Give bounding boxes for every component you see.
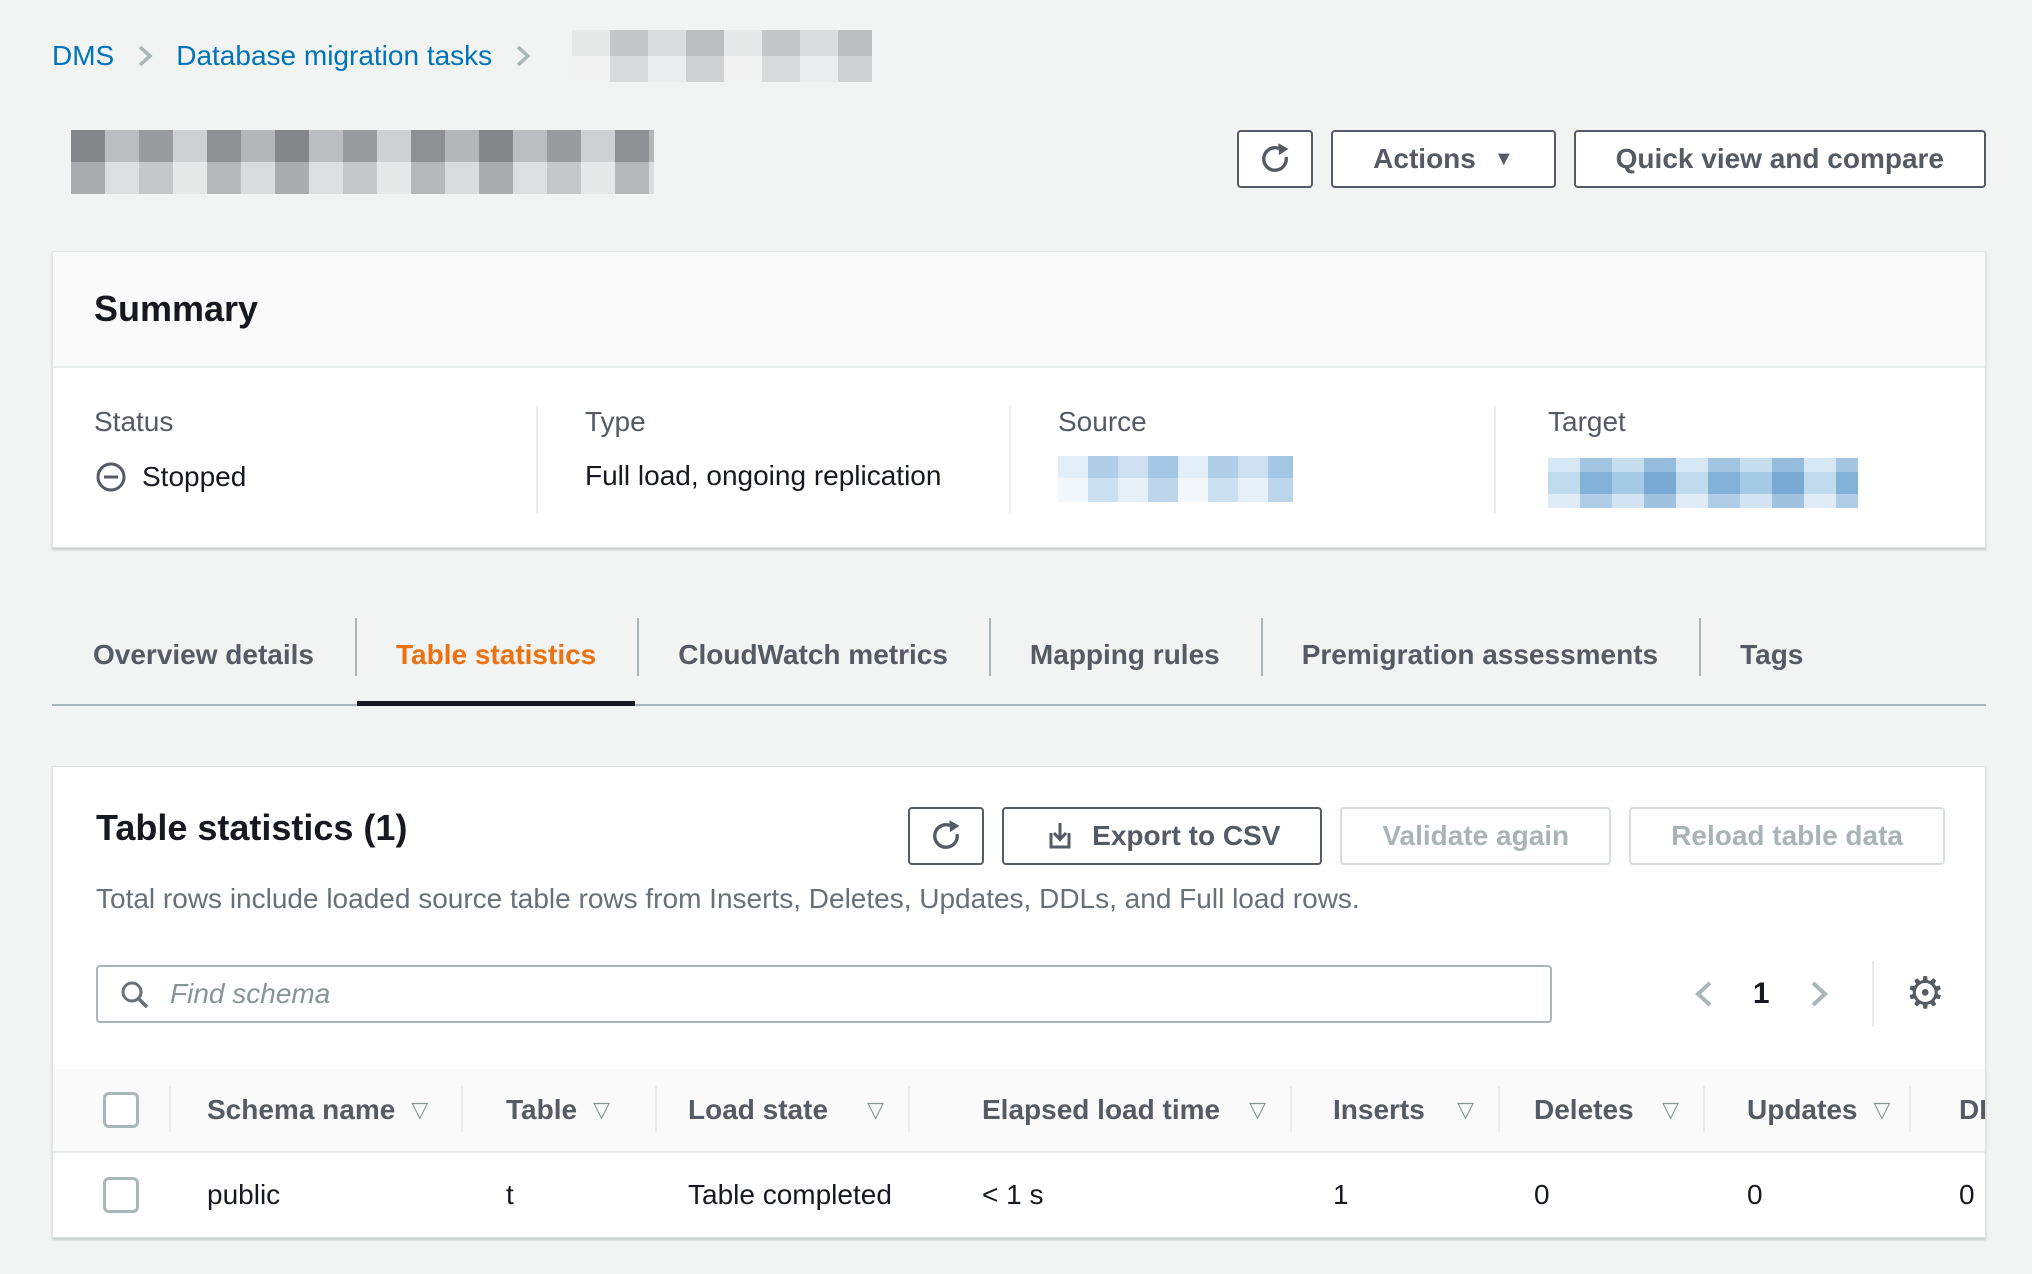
target-label: Target	[1548, 406, 1985, 438]
cell-updates: 0	[1703, 1153, 1909, 1237]
source-label: Source	[1058, 406, 1494, 438]
pagination-divider	[1872, 961, 1874, 1027]
column-header-deletes[interactable]: Deletes ▽	[1498, 1069, 1703, 1151]
next-page-button[interactable]	[1804, 975, 1834, 1013]
caret-down-icon: ▼	[1494, 149, 1514, 169]
export-to-csv-button[interactable]: Export to CSV	[1002, 807, 1322, 865]
sort-icon: ▽	[1662, 1097, 1679, 1123]
column-header-inserts[interactable]: Inserts ▽	[1290, 1069, 1498, 1151]
export-to-csv-label: Export to CSV	[1092, 820, 1280, 852]
validate-again-button[interactable]: Validate again	[1340, 807, 1611, 865]
tab-mapping-rules[interactable]: Mapping rules	[989, 606, 1261, 704]
table-row: public t Table completed < 1 s 1 0 0 0	[53, 1153, 1985, 1237]
sort-icon: ▽	[867, 1097, 884, 1123]
download-icon	[1044, 820, 1076, 852]
cell-ddls: 0	[1909, 1153, 1986, 1237]
schema-search	[96, 965, 1552, 1023]
type-label: Type	[585, 406, 1009, 438]
refresh-task-button[interactable]	[1237, 130, 1313, 188]
reload-table-data-button[interactable]: Reload table data	[1629, 807, 1945, 865]
sort-icon: ▽	[1457, 1097, 1474, 1123]
tab-table-statistics[interactable]: Table statistics	[355, 606, 637, 704]
cell-table: t	[461, 1153, 655, 1237]
sort-icon: ▽	[1249, 1097, 1266, 1123]
current-page-number[interactable]: 1	[1753, 977, 1770, 1011]
type-value: Full load, ongoing replication	[585, 460, 941, 492]
refresh-icon	[1257, 141, 1293, 177]
column-header-elapsed-load-time[interactable]: Elapsed load time ▽	[908, 1069, 1290, 1151]
breadcrumb: DMS Database migration tasks	[0, 0, 2032, 82]
page-title-redacted	[71, 130, 654, 194]
tab-overview-details[interactable]: Overview details	[52, 606, 355, 704]
stopped-status-icon	[94, 460, 128, 494]
summary-title: Summary	[94, 288, 258, 330]
column-header-updates[interactable]: Updates ▽	[1703, 1069, 1909, 1151]
tab-bar: Overview details Table statistics CloudW…	[52, 606, 1986, 706]
cell-elapsed-load-time: < 1 s	[908, 1153, 1290, 1237]
quick-view-and-compare-button[interactable]: Quick view and compare	[1574, 130, 1986, 188]
chevron-right-icon	[514, 43, 532, 69]
tab-cloudwatch-metrics[interactable]: CloudWatch metrics	[637, 606, 989, 704]
header-select-all-cell	[53, 1069, 169, 1151]
sort-icon: ▽	[411, 1097, 428, 1123]
breadcrumb-link-dms[interactable]: DMS	[52, 40, 114, 72]
cell-schema-name: public	[169, 1153, 461, 1237]
target-endpoint-link-redacted[interactable]	[1548, 458, 1858, 508]
actions-button[interactable]: Actions ▼	[1331, 130, 1555, 188]
column-header-ddls[interactable]: DDLs ▽	[1909, 1069, 1986, 1151]
table-statistics-table: Schema name ▽ Table ▽ Load state ▽ Elaps…	[53, 1069, 1985, 1237]
breadcrumb-current-task-redacted	[572, 30, 872, 82]
pagination: 1 ⚙	[1689, 961, 1945, 1027]
sort-icon: ▽	[593, 1097, 610, 1123]
tab-tags[interactable]: Tags	[1699, 606, 1844, 704]
table-toolbar: 1 ⚙	[96, 961, 1945, 1027]
summary-panel: Summary Status Stopped Type Full load, o…	[52, 251, 1986, 548]
chevron-right-icon	[136, 43, 154, 69]
table-header-row: Schema name ▽ Table ▽ Load state ▽ Elaps…	[53, 1069, 1985, 1153]
refresh-table-statistics-button[interactable]	[908, 807, 984, 865]
status-label: Status	[94, 406, 536, 438]
table-statistics-title: Table statistics (1)	[96, 807, 407, 849]
search-input[interactable]	[96, 965, 1552, 1023]
row-select-cell	[53, 1153, 169, 1237]
source-endpoint-link-redacted[interactable]	[1058, 456, 1293, 502]
table-statistics-description: Total rows include loaded source table r…	[96, 883, 1945, 915]
dms-task-page: DMS Database migration tasks Actions ▼ Q…	[0, 0, 2032, 1274]
column-header-schema-name[interactable]: Schema name ▽	[169, 1069, 461, 1151]
cell-deletes: 0	[1498, 1153, 1703, 1237]
breadcrumb-link-database-migration-tasks[interactable]: Database migration tasks	[176, 40, 492, 72]
refresh-icon	[928, 818, 964, 854]
preferences-gear-icon[interactable]: ⚙	[1906, 972, 1945, 1016]
table-statistics-panel: Table statistics (1) Export to CSV Valid…	[52, 766, 1986, 1238]
tab-premigration-assessments[interactable]: Premigration assessments	[1261, 606, 1699, 704]
page-header: Actions ▼ Quick view and compare	[52, 130, 1986, 194]
row-checkbox[interactable]	[103, 1177, 139, 1213]
cell-inserts: 1	[1290, 1153, 1498, 1237]
search-icon	[118, 978, 152, 1017]
actions-button-label: Actions	[1373, 143, 1476, 175]
cell-load-state: Table completed	[655, 1153, 908, 1237]
status-value: Stopped	[142, 461, 246, 493]
sort-icon: ▽	[1873, 1097, 1890, 1123]
column-header-table[interactable]: Table ▽	[461, 1069, 655, 1151]
column-header-load-state[interactable]: Load state ▽	[655, 1069, 908, 1151]
previous-page-button[interactable]	[1689, 975, 1719, 1013]
select-all-checkbox[interactable]	[103, 1092, 139, 1128]
